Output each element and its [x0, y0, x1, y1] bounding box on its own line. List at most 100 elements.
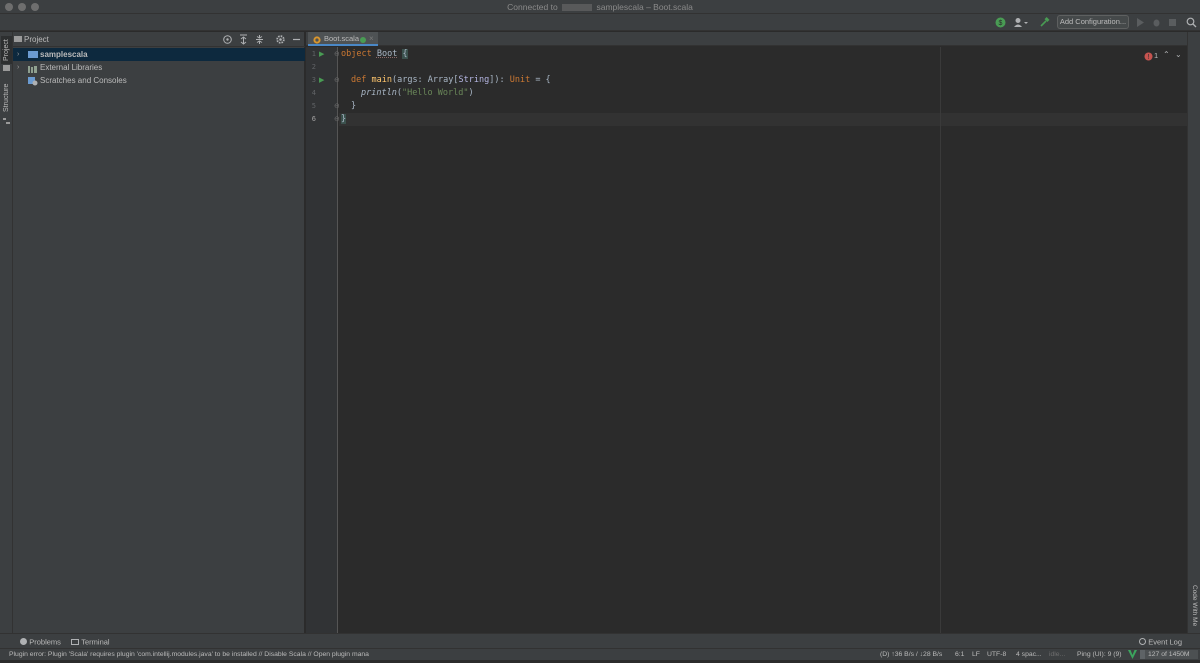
project-panel-title[interactable]: Project: [24, 32, 49, 47]
add-configuration-button[interactable]: Add Configuration...: [1057, 15, 1129, 29]
paren: ): [468, 88, 474, 98]
brace: }: [341, 114, 347, 124]
idle-status: idle...: [1049, 651, 1066, 658]
main-toolbar: $ Add Configuration...: [0, 14, 1200, 31]
right-tool-stripe: Code With Me: [1187, 32, 1200, 633]
code-end: = {: [530, 75, 551, 85]
next-highlight-icon[interactable]: ⌄: [1175, 50, 1182, 59]
libraries-icon: [28, 64, 38, 73]
vim-icon[interactable]: [1128, 650, 1137, 663]
keyword: object: [341, 49, 372, 59]
hide-panel-icon[interactable]: [291, 34, 302, 47]
run-icon[interactable]: [1134, 16, 1147, 29]
line-number: 3: [311, 76, 316, 84]
code-with-me-status-icon[interactable]: $: [994, 16, 1007, 29]
event-log-label: Event Log: [1148, 637, 1183, 647]
line-separator[interactable]: LF: [972, 649, 980, 660]
locate-file-icon[interactable]: [222, 34, 233, 47]
project-folder-icon: [14, 36, 22, 42]
code-line-4: println("Hello World"): [361, 87, 474, 100]
error-icon[interactable]: !: [1144, 52, 1154, 62]
scratches-icon: [28, 77, 38, 86]
tab-boot-scala[interactable]: Boot.scala ×: [308, 32, 378, 46]
event-log-tool-button[interactable]: Event Log: [1139, 637, 1182, 646]
search-everywhere-icon[interactable]: [1185, 16, 1198, 29]
title-bar: Connected to samplescala – Boot.scala: [0, 0, 1200, 14]
brace: }: [351, 101, 357, 111]
event-log-icon: [1139, 638, 1146, 646]
tree-item-label: Scratches and Consoles: [40, 76, 127, 85]
code-with-me-tool-tab[interactable]: Code With Me: [1189, 582, 1200, 630]
close-tab-icon[interactable]: ×: [369, 32, 374, 45]
editor-gutter: 1 2 3 4 5 6 ▶ ▶ ⊖ ⊖ ⊖ ⊖: [306, 47, 340, 633]
status-bar: Plugin error: Plugin 'Scala' requires pl…: [0, 648, 1200, 660]
debug-icon[interactable]: [1150, 16, 1163, 29]
tree-item-external-libraries[interactable]: › External Libraries: [13, 61, 305, 74]
redacted-host: [562, 4, 593, 12]
keyword: def: [351, 75, 367, 85]
ping-status: Ping (UI): 9 (9): [1077, 651, 1122, 658]
project-tool-tab[interactable]: Project: [1, 36, 12, 64]
memory-label: 127 of 1450M: [1148, 651, 1190, 658]
network-speed: (D) ↑36 B/s / ↓28 B/s: [880, 651, 943, 658]
expand-all-icon[interactable]: [238, 34, 249, 47]
chevron-right-icon[interactable]: ›: [17, 61, 19, 74]
file-encoding[interactable]: UTF-8: [987, 649, 1006, 660]
terminal-tool-button[interactable]: Terminal: [71, 637, 110, 646]
line-number: 6: [311, 115, 316, 123]
code-with-me-tab-label: Code With Me: [1191, 585, 1198, 627]
collapse-all-icon[interactable]: [254, 34, 265, 47]
stop-icon[interactable]: [1166, 16, 1179, 29]
editor-tab-bar: Boot.scala ×: [306, 32, 1187, 46]
problems-tool-button[interactable]: Problems: [20, 637, 61, 646]
status-message[interactable]: Plugin error: Plugin 'Scala' requires pl…: [9, 649, 369, 660]
build-hammer-icon[interactable]: [1038, 16, 1051, 29]
user-dropdown-icon[interactable]: [1012, 16, 1030, 29]
current-line-highlight: [339, 113, 1187, 126]
line-number: 1: [311, 50, 316, 58]
run-gutter-icon[interactable]: ▶: [319, 74, 325, 87]
window-title-prefix: Connected to: [507, 2, 558, 12]
type-name: Unit: [509, 75, 531, 85]
error-count: 1: [1154, 51, 1159, 60]
string-literal: "Hello World": [401, 88, 469, 98]
right-margin-guide: [940, 47, 941, 633]
previous-highlight-icon[interactable]: ⌃: [1163, 50, 1170, 59]
type-name: String: [458, 75, 490, 85]
memory-usage-fill: [1140, 650, 1145, 659]
brace: {: [402, 49, 408, 59]
gear-icon[interactable]: [275, 34, 286, 47]
line-number: 5: [311, 102, 316, 110]
function-name: main: [371, 75, 392, 85]
info-icon: [20, 638, 27, 646]
left-tool-stripe: Project Structure: [0, 32, 13, 633]
code-bracket: ]):: [489, 75, 510, 85]
memory-indicator[interactable]: 127 of 1450M: [1140, 650, 1198, 659]
structure-icon: [3, 117, 10, 124]
terminal-icon: [71, 638, 79, 645]
caret-position[interactable]: 6:1: [955, 649, 964, 660]
project-tool-window: Project › samplescala › External Librari…: [13, 32, 305, 633]
code-line-3: def main(args: Array[String]): Unit = {: [351, 74, 551, 87]
svg-text:$: $: [999, 20, 1003, 27]
tree-item-label: External Libraries: [40, 63, 103, 72]
structure-tool-tab[interactable]: Structure: [1, 80, 12, 116]
run-gutter-icon[interactable]: ▶: [319, 48, 325, 61]
chevron-right-icon[interactable]: ›: [17, 48, 19, 61]
tree-item-scratches[interactable]: Scratches and Consoles: [13, 74, 305, 87]
tree-item-label: samplescala: [40, 50, 88, 59]
window-title-suffix: samplescala – Boot.scala: [596, 2, 693, 12]
module-folder-icon: [28, 51, 38, 58]
code-line-5: }: [351, 100, 356, 113]
type-name: Array: [427, 75, 454, 85]
problems-label: Problems: [29, 637, 61, 647]
code-editor[interactable]: object Boot { def main(args: Array[Strin…: [339, 47, 1187, 633]
svg-text:!: !: [1148, 54, 1150, 61]
project-panel-header: Project: [13, 32, 305, 47]
code-line-1: object Boot {: [341, 48, 408, 61]
bottom-tool-bar: Problems Terminal Event Log: [0, 633, 1200, 648]
terminal-label: Terminal: [81, 637, 110, 647]
tree-item-samplescala[interactable]: › samplescala: [13, 48, 305, 61]
indent-setting[interactable]: 4 spac...: [1016, 649, 1042, 660]
tab-label: Boot.scala: [324, 34, 360, 43]
